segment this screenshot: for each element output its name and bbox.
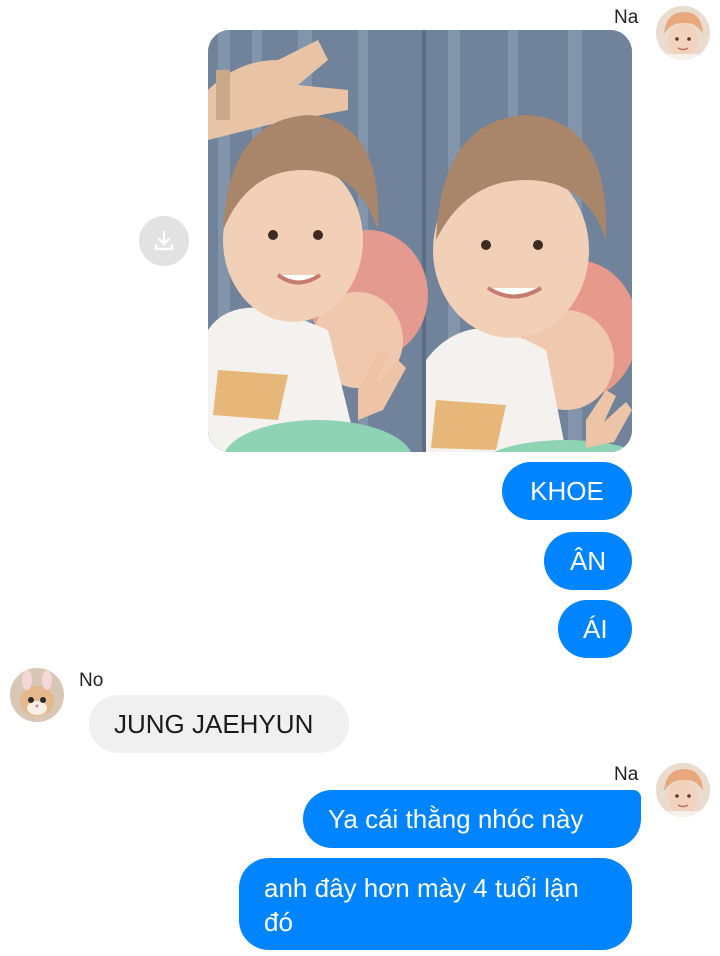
sender-name-label-2: Na (614, 764, 639, 785)
download-icon (154, 230, 174, 251)
message-text: KHOE (530, 476, 604, 506)
message-text: Ya cái thằng nhóc này (328, 804, 584, 834)
photo-attachment-image (208, 30, 632, 452)
message-bubble-ya-cai[interactable]: Ya cái thằng nhóc này (303, 790, 641, 848)
message-text: ÁI (583, 614, 608, 644)
message-text: JUNG JAEHYUN (114, 709, 314, 739)
message-text: anh đây hơn mày 4 tuổi lận đó (264, 873, 579, 937)
sender-avatar-2[interactable] (656, 763, 710, 817)
download-button[interactable] (139, 216, 189, 266)
message-bubble-an[interactable]: ÂN (544, 532, 632, 590)
message-bubble-jung-jaehyun[interactable]: JUNG JAEHYUN (89, 695, 349, 753)
message-text: ÂN (569, 546, 607, 576)
sender-name-label: Na (614, 7, 639, 28)
message-bubble-anh-day[interactable]: anh đây hơn mày 4 tuổi lận đó (239, 858, 632, 950)
message-bubble-khoe[interactable]: KHOE (502, 462, 632, 520)
sender-avatar[interactable] (656, 6, 710, 60)
photo-message[interactable] (208, 30, 632, 452)
message-bubble-ai[interactable]: ÁI (558, 600, 632, 658)
receiver-name-label: No (79, 670, 104, 691)
receiver-avatar[interactable] (10, 668, 64, 722)
